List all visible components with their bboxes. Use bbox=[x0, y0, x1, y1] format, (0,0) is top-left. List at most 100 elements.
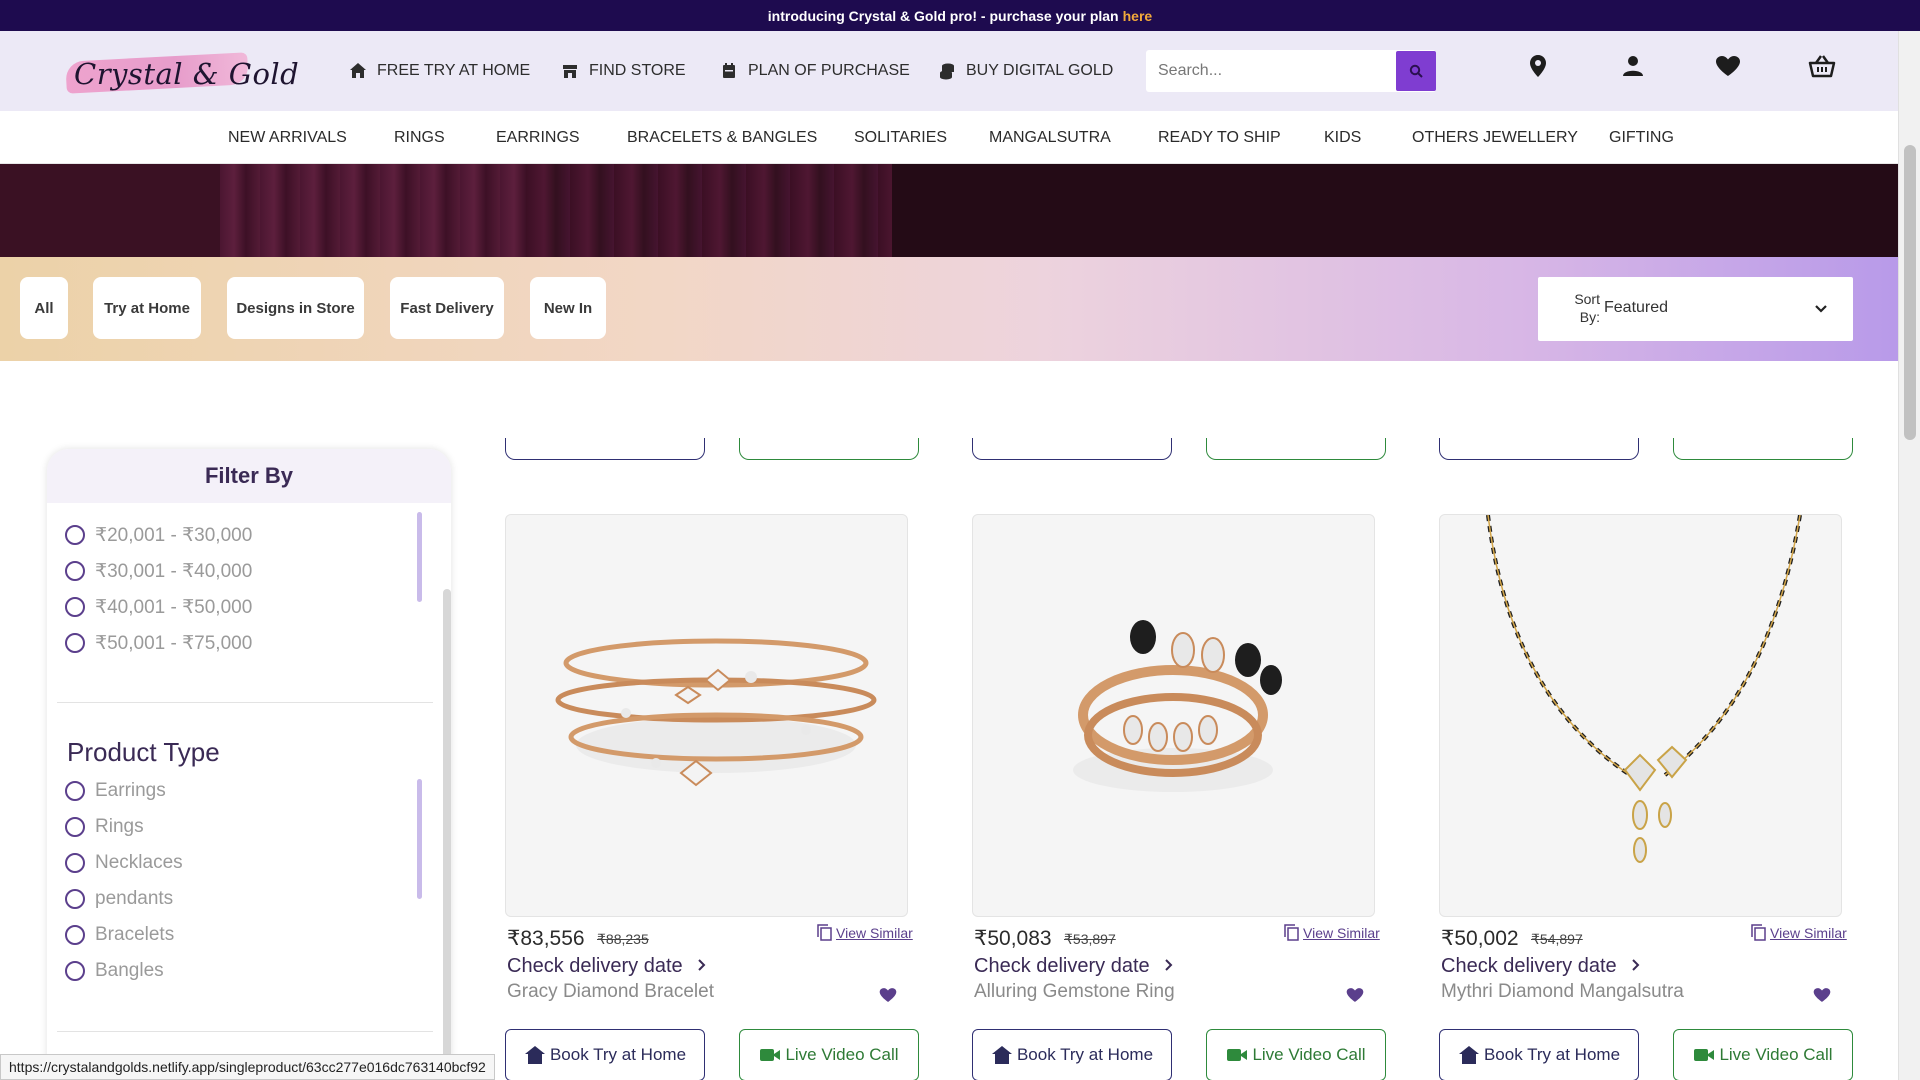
category-earrings[interactable]: EARRINGS bbox=[496, 111, 580, 164]
copy-icon bbox=[817, 924, 832, 941]
chip-all[interactable]: All bbox=[20, 277, 68, 339]
chip-try-at-home[interactable]: Try at Home bbox=[93, 277, 201, 339]
page: introducing Crystal & Gold pro! - purcha… bbox=[0, 0, 1920, 1080]
category-bracelets-bangles[interactable]: BRACELETS & BANGLES bbox=[627, 111, 817, 164]
option-label: pendants bbox=[95, 888, 174, 909]
announcement-text: introducing Crystal & Gold pro! - purcha… bbox=[767, 7, 1119, 24]
category-kids[interactable]: KIDS bbox=[1324, 111, 1361, 164]
check-delivery-label: Check delivery date bbox=[974, 955, 1150, 977]
view-similar-label: View Similar bbox=[1303, 924, 1380, 941]
book-try-at-home-button[interactable]: Book Try at Home bbox=[972, 1029, 1172, 1080]
radio-button[interactable] bbox=[65, 781, 85, 801]
radio-button[interactable] bbox=[65, 961, 85, 981]
price-option[interactable]: ₹30,001 - ₹40,000 bbox=[65, 559, 252, 583]
view-similar-link[interactable]: View Similar bbox=[1751, 924, 1847, 941]
previous-row-button[interactable] bbox=[1673, 438, 1853, 460]
divider bbox=[57, 702, 433, 703]
filter-title: Filter By bbox=[47, 449, 451, 503]
product-type-option[interactable]: Bracelets bbox=[65, 923, 174, 947]
category-ready-to-ship[interactable]: READY TO SHIP bbox=[1158, 111, 1281, 164]
nav-find-store[interactable]: FIND STORE bbox=[561, 31, 686, 111]
chip-designs-in-store[interactable]: Designs in Store bbox=[227, 277, 364, 339]
radio-button[interactable] bbox=[65, 853, 85, 873]
banner-panel bbox=[892, 164, 1898, 257]
live-video-call-button[interactable]: Live Video Call bbox=[1673, 1029, 1853, 1080]
product-type-option[interactable]: pendants bbox=[65, 887, 173, 911]
price-scroll-indicator[interactable] bbox=[417, 512, 422, 602]
nav-plan-of-purchase[interactable]: PLAN OF PURCHASE bbox=[720, 31, 910, 111]
sort-dropdown[interactable]: Sort By: Featured bbox=[1538, 277, 1853, 341]
book-try-at-home-button[interactable]: Book Try at Home bbox=[505, 1029, 705, 1080]
price-option[interactable]: ₹40,001 - ₹50,000 bbox=[65, 595, 252, 619]
radio-button[interactable] bbox=[65, 561, 85, 581]
heart-icon[interactable] bbox=[1713, 51, 1743, 81]
check-delivery-link[interactable]: Check delivery date bbox=[974, 955, 1177, 978]
hero-banner bbox=[0, 164, 1898, 257]
check-delivery-link[interactable]: Check delivery date bbox=[507, 955, 710, 978]
category-others-jewellery[interactable]: OTHERS JEWELLERY bbox=[1412, 111, 1578, 164]
category-mangalsutra[interactable]: MANGALSUTRA bbox=[989, 111, 1111, 164]
product-name[interactable]: Gracy Diamond Bracelet bbox=[507, 981, 714, 1003]
wishlist-heart-icon[interactable] bbox=[879, 986, 897, 1004]
product-type-option[interactable]: Bangles bbox=[65, 959, 164, 983]
price-option[interactable]: ₹50,001 - ₹75,000 bbox=[65, 631, 252, 655]
radio-button[interactable] bbox=[65, 525, 85, 545]
product-type-option[interactable]: Earrings bbox=[65, 779, 166, 803]
nav-label: PLAN OF PURCHASE bbox=[748, 62, 910, 79]
banner-panel bbox=[220, 164, 526, 257]
location-pin-icon[interactable] bbox=[1523, 51, 1553, 81]
coins-icon bbox=[938, 62, 956, 80]
book-try-at-home-button[interactable]: Book Try at Home bbox=[1439, 1029, 1639, 1080]
scrollbar-thumb[interactable] bbox=[1904, 145, 1916, 440]
search-input[interactable] bbox=[1146, 50, 1396, 92]
product-type-option[interactable]: Necklaces bbox=[65, 851, 183, 875]
announcement-link[interactable]: here bbox=[1123, 8, 1153, 24]
basket-icon[interactable] bbox=[1807, 51, 1837, 81]
user-icon[interactable] bbox=[1618, 51, 1648, 81]
wishlist-heart-icon[interactable] bbox=[1346, 986, 1364, 1004]
category-new-arrivals[interactable]: NEW ARRIVALS bbox=[228, 111, 347, 164]
live-video-call-button[interactable]: Live Video Call bbox=[1206, 1029, 1386, 1080]
check-delivery-link[interactable]: Check delivery date bbox=[1441, 955, 1644, 978]
nav-free-try-at-home[interactable]: FREE TRY AT HOME bbox=[349, 31, 530, 111]
chip-new-in[interactable]: New In bbox=[530, 277, 606, 339]
logo[interactable]: Crystal & Gold bbox=[65, 52, 299, 94]
product-name[interactable]: Mythri Diamond Mangalsutra bbox=[1441, 981, 1684, 1003]
radio-button[interactable] bbox=[65, 889, 85, 909]
view-similar-link[interactable]: View Similar bbox=[1284, 924, 1380, 941]
category-rings[interactable]: RINGS bbox=[394, 111, 445, 164]
category-solitaries[interactable]: SOLITARIES bbox=[854, 111, 947, 164]
radio-button[interactable] bbox=[65, 817, 85, 837]
button-label: Book Try at Home bbox=[1016, 1045, 1154, 1064]
price-option[interactable]: ₹20,001 - ₹30,000 bbox=[65, 523, 252, 547]
product-image[interactable] bbox=[972, 514, 1375, 917]
sidebar-scrollbar[interactable] bbox=[443, 589, 451, 1080]
nav-buy-digital-gold[interactable]: BUY DIGITAL GOLD bbox=[938, 31, 1113, 111]
search-button[interactable] bbox=[1396, 51, 1436, 91]
page-scrollbar[interactable] bbox=[1898, 31, 1920, 1080]
home-tag-icon bbox=[991, 1046, 1012, 1064]
product-type-title: Product Type bbox=[67, 737, 220, 767]
chip-fast-delivery[interactable]: Fast Delivery bbox=[390, 277, 504, 339]
product-name[interactable]: Alluring Gemstone Ring bbox=[974, 981, 1175, 1003]
previous-row-button[interactable] bbox=[972, 438, 1172, 460]
sort-value: Featured bbox=[1604, 299, 1669, 316]
logo-text: Crystal & Gold bbox=[74, 57, 300, 91]
previous-row-button[interactable] bbox=[739, 438, 919, 460]
previous-row-button[interactable] bbox=[505, 438, 705, 460]
view-similar-link[interactable]: View Similar bbox=[817, 924, 913, 941]
previous-row-button[interactable] bbox=[1206, 438, 1386, 460]
radio-button[interactable] bbox=[65, 633, 85, 653]
product-type-scroll-indicator[interactable] bbox=[417, 779, 422, 899]
radio-button[interactable] bbox=[65, 925, 85, 945]
search-box bbox=[1146, 50, 1436, 92]
product-image[interactable] bbox=[505, 514, 908, 917]
category-gifting[interactable]: GIFTING bbox=[1609, 111, 1674, 164]
wishlist-heart-icon[interactable] bbox=[1813, 986, 1831, 1004]
previous-row-button[interactable] bbox=[1439, 438, 1639, 460]
home-tag-icon bbox=[524, 1046, 545, 1064]
radio-button[interactable] bbox=[65, 597, 85, 617]
product-image[interactable] bbox=[1439, 514, 1842, 917]
product-type-option[interactable]: Rings bbox=[65, 815, 144, 839]
live-video-call-button[interactable]: Live Video Call bbox=[739, 1029, 919, 1080]
